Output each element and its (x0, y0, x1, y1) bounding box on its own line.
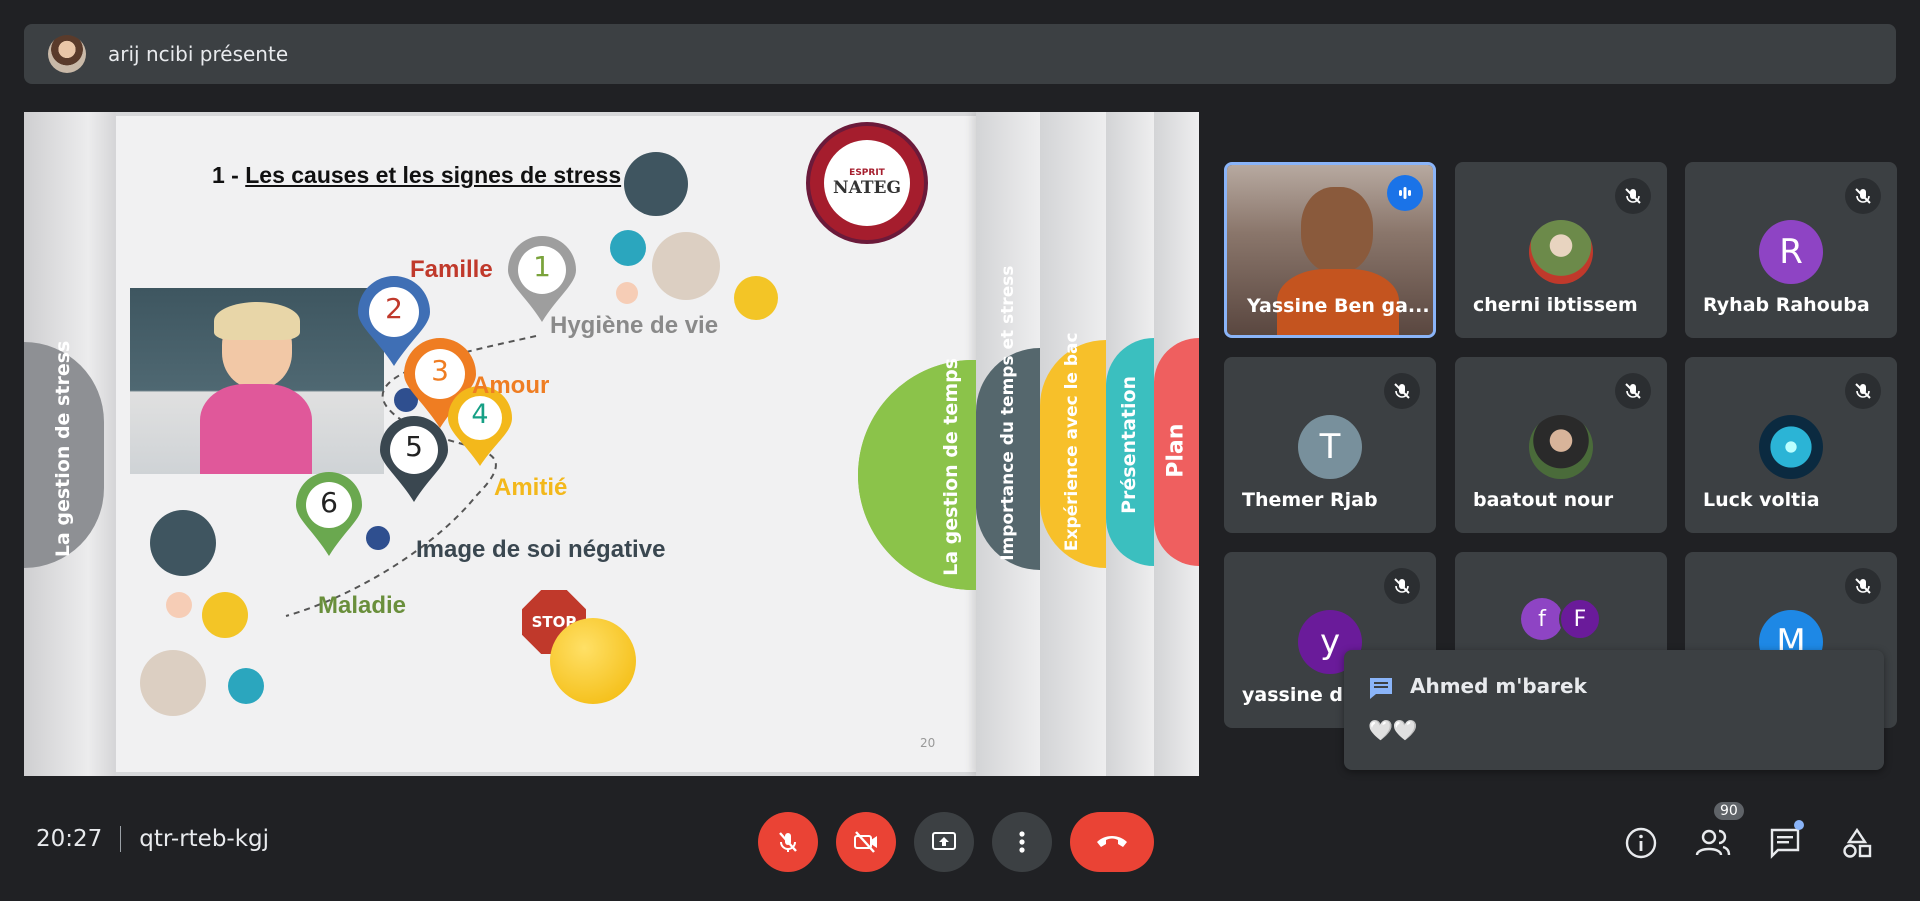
pin-label-3: Amour (472, 372, 550, 399)
mic-toggle-button[interactable] (758, 812, 818, 872)
people-icon (1695, 829, 1731, 856)
mic-off-icon (1845, 178, 1881, 214)
pin-label-4: Amitié (494, 474, 568, 501)
people-button[interactable]: 90 (1694, 802, 1744, 862)
angry-emoji-icon (550, 618, 636, 704)
participant-avatar (1759, 415, 1823, 479)
participant-avatar (1529, 415, 1593, 479)
pin-number: 1 (533, 250, 551, 283)
meeting-info: 20:27 qtr-rteb-kgj (36, 826, 269, 852)
meeting-code: qtr-rteb-kgj (139, 826, 270, 852)
pin-number: 2 (385, 292, 403, 325)
pin-number: 4 (471, 399, 489, 430)
participant-name: Luck voltia (1703, 489, 1820, 511)
divider (120, 826, 122, 852)
video-face (1301, 187, 1373, 273)
present-icon (932, 832, 956, 850)
participant-initial: R (1759, 220, 1823, 284)
participant-tile[interactable]: T Themer Rjab (1224, 357, 1436, 533)
more-options-button[interactable] (992, 812, 1052, 872)
chat-icon (1770, 828, 1800, 859)
participant-tile[interactable]: R Ryhab Rahouba (1685, 162, 1897, 338)
mic-off-icon (1384, 373, 1420, 409)
pin-label-2: Famille (410, 256, 493, 283)
tab-label: La gestion de temps (940, 357, 963, 576)
more-vert-icon (1019, 831, 1025, 853)
side-tab-left: La gestion de stress (24, 112, 116, 776)
chat-notification[interactable]: Ahmed m'barek 🤍🤍 (1344, 650, 1884, 770)
chat-message: 🤍🤍 (1368, 718, 1418, 742)
pin-label-6: Maladie (318, 592, 407, 619)
chat-sender: Ahmed m'barek (1410, 674, 1587, 698)
camera-toggle-button[interactable] (836, 812, 896, 872)
participant-avatar (1529, 220, 1593, 284)
participant-initial: F (1559, 598, 1601, 640)
presentation-view[interactable]: La gestion de stress 1 - Les causes et l… (24, 112, 1199, 776)
end-call-icon (1097, 836, 1127, 847)
mic-off-icon (1384, 568, 1420, 604)
chat-button[interactable] (1766, 820, 1804, 862)
tab-label: La gestion de stress (52, 340, 75, 558)
participant-tile[interactable]: cherni ibtissem (1455, 162, 1667, 338)
pin-number: 3 (431, 354, 449, 387)
camera-off-icon (854, 831, 877, 853)
speaking-indicator-icon (1387, 175, 1423, 211)
participant-name: yassine dr (1242, 684, 1353, 706)
presenter-text: arij ncibi présente (108, 42, 289, 66)
leave-call-button[interactable] (1070, 812, 1154, 872)
presenter-avatar (48, 35, 86, 73)
page-number: 20 (920, 736, 936, 750)
mic-off-icon (779, 832, 797, 852)
participant-initial: T (1298, 415, 1362, 479)
people-count-badge: 90 (1714, 802, 1744, 820)
pin-6: 6 (294, 472, 364, 560)
participant-name: baatout nour (1473, 489, 1614, 511)
pin-number: 6 (320, 486, 338, 519)
info-icon (1625, 827, 1657, 859)
tab-label: Présentation (1118, 375, 1141, 514)
participant-name: cherni ibtissem (1473, 294, 1638, 316)
tab-label: Importance du temps et stress (998, 265, 1019, 561)
participant-initial: f (1521, 598, 1563, 640)
mic-off-icon (1845, 373, 1881, 409)
shapes-icon (1843, 827, 1872, 858)
clock: 20:27 (36, 826, 103, 852)
present-screen-button[interactable] (914, 812, 974, 872)
tab-label: Plan (1163, 423, 1189, 478)
mic-off-icon (1845, 568, 1881, 604)
pin-5: 5 (378, 416, 450, 506)
participant-name: Ryhab Rahouba (1703, 294, 1870, 316)
pin-label-5: Image de soi négative (416, 536, 666, 563)
participant-tile-speaking[interactable]: Yassine Ben ga... (1224, 162, 1436, 338)
meeting-details-button[interactable] (1622, 824, 1660, 862)
unread-dot (1794, 820, 1804, 830)
pin-number: 5 (405, 430, 423, 463)
mic-off-icon (1615, 178, 1651, 214)
presenter-banner: arij ncibi présente (24, 24, 1896, 84)
mic-off-icon (1615, 373, 1651, 409)
pin-label-1: Hygiène de vie (550, 312, 719, 339)
participant-name: Yassine Ben ga... (1247, 295, 1430, 317)
activities-button[interactable] (1838, 824, 1876, 862)
participant-tile[interactable]: baatout nour (1455, 357, 1667, 533)
participant-name: Themer Rjab (1242, 489, 1378, 511)
chat-message-icon (1368, 676, 1394, 699)
tab-label: Expérience avec le bac (1062, 332, 1083, 552)
participant-tile[interactable]: Luck voltia (1685, 357, 1897, 533)
